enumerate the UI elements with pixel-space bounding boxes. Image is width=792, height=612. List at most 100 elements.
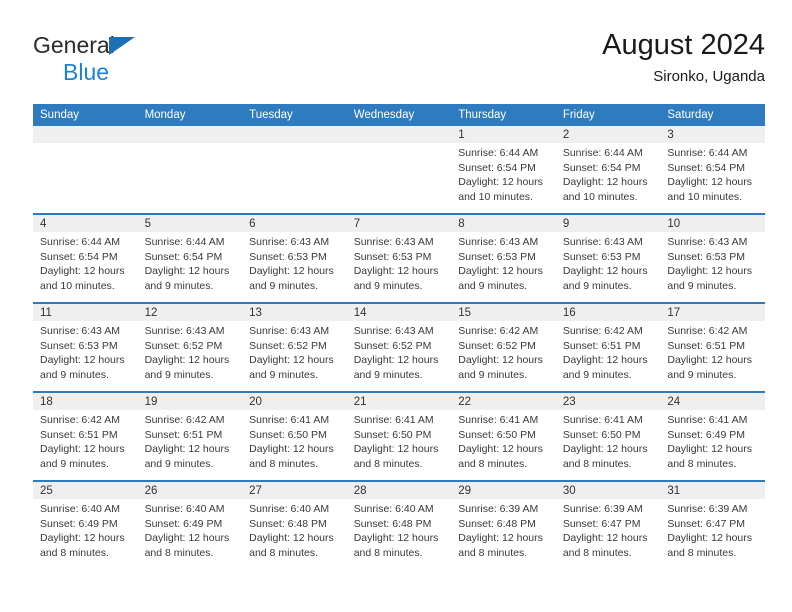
daylight-line-2: and 8 minutes. (458, 546, 528, 559)
day-cell-inner: 5 Sunrise: 6:44 AM Sunset: 6:54 PM Dayli… (137, 215, 243, 302)
day-cell[interactable]: 8 Sunrise: 6:43 AM Sunset: 6:53 PM Dayli… (451, 213, 556, 303)
day-cell[interactable]: 3 Sunrise: 6:44 AM Sunset: 6:54 PM Dayli… (660, 126, 765, 214)
daylight-line-1: Daylight: 12 hours (40, 265, 125, 278)
day-cell[interactable]: 25 Sunrise: 6:40 AM Sunset: 6:49 PM Dayl… (33, 480, 138, 569)
day-cell[interactable]: 4 Sunrise: 6:44 AM Sunset: 6:54 PM Dayli… (33, 213, 138, 303)
sunset-line: Sunset: 6:51 PM (40, 428, 118, 441)
calendar-page: General Blue August 2024 Sironko, Uganda… (0, 0, 792, 612)
day-details: Sunrise: 6:39 AM Sunset: 6:47 PM Dayligh… (556, 499, 661, 560)
day-cell[interactable]: 17 Sunrise: 6:42 AM Sunset: 6:51 PM Dayl… (660, 302, 765, 392)
sunrise-line: Sunrise: 6:42 AM (144, 414, 225, 426)
day-cell[interactable] (33, 126, 138, 214)
day-cell[interactable]: 1 Sunrise: 6:44 AM Sunset: 6:54 PM Dayli… (451, 126, 556, 214)
day-cell[interactable]: 18 Sunrise: 6:42 AM Sunset: 6:51 PM Dayl… (33, 391, 138, 481)
daylight-line-2: and 9 minutes. (458, 279, 528, 292)
sunrise-line: Sunrise: 6:43 AM (40, 325, 120, 337)
day-number: 9 (555, 215, 661, 232)
day-cell[interactable]: 20 Sunrise: 6:41 AM Sunset: 6:50 PM Dayl… (242, 391, 347, 481)
day-cell[interactable]: 28 Sunrise: 6:40 AM Sunset: 6:48 PM Dayl… (346, 480, 452, 569)
sunrise-line: Sunrise: 6:43 AM (667, 236, 748, 248)
day-cell[interactable]: 11 Sunrise: 6:43 AM Sunset: 6:53 PM Dayl… (33, 302, 138, 392)
sunset-line: Sunset: 6:52 PM (144, 339, 223, 352)
daylight-line-2: and 8 minutes. (667, 457, 737, 470)
day-number: 20 (242, 393, 347, 410)
day-cell[interactable]: 29 Sunrise: 6:39 AM Sunset: 6:48 PM Dayl… (451, 480, 556, 569)
daylight-line-1: Daylight: 12 hours (458, 265, 543, 278)
day-number: 1 (451, 126, 556, 143)
day-cell-inner: 6 Sunrise: 6:43 AM Sunset: 6:53 PM Dayli… (242, 215, 347, 302)
day-cell[interactable]: 24 Sunrise: 6:41 AM Sunset: 6:49 PM Dayl… (660, 391, 765, 481)
sunrise-line: Sunrise: 6:39 AM (458, 503, 539, 515)
sunset-line: Sunset: 6:54 PM (144, 250, 223, 263)
day-details: Sunrise: 6:43 AM Sunset: 6:52 PM Dayligh… (138, 321, 243, 382)
daylight-line-1: Daylight: 12 hours (40, 443, 125, 456)
day-cell[interactable]: 26 Sunrise: 6:40 AM Sunset: 6:49 PM Dayl… (137, 480, 243, 569)
daylight-line-1: Daylight: 12 hours (353, 532, 439, 545)
brand-logo-general-text: General (33, 32, 115, 58)
day-cell[interactable]: 30 Sunrise: 6:39 AM Sunset: 6:47 PM Dayl… (555, 480, 661, 569)
brand-triangle-icon (109, 37, 135, 55)
day-details: Sunrise: 6:43 AM Sunset: 6:53 PM Dayligh… (242, 232, 347, 293)
day-cell[interactable]: 27 Sunrise: 6:40 AM Sunset: 6:48 PM Dayl… (242, 480, 347, 569)
day-cell[interactable]: 13 Sunrise: 6:43 AM Sunset: 6:52 PM Dayl… (242, 302, 347, 392)
day-cell[interactable]: 14 Sunrise: 6:43 AM Sunset: 6:52 PM Dayl… (346, 302, 452, 392)
day-cell[interactable]: 2 Sunrise: 6:44 AM Sunset: 6:54 PM Dayli… (555, 126, 661, 214)
day-details: Sunrise: 6:43 AM Sunset: 6:53 PM Dayligh… (347, 232, 452, 293)
day-details: Sunrise: 6:43 AM Sunset: 6:52 PM Dayligh… (347, 321, 452, 382)
calendar-week-row: 18 Sunrise: 6:42 AM Sunset: 6:51 PM Dayl… (33, 391, 765, 481)
day-details: Sunrise: 6:44 AM Sunset: 6:54 PM Dayligh… (138, 232, 243, 293)
brand-logo[interactable]: General Blue (33, 34, 213, 92)
day-details: Sunrise: 6:41 AM Sunset: 6:50 PM Dayligh… (242, 410, 347, 471)
day-cell[interactable] (346, 126, 452, 214)
day-cell[interactable]: 21 Sunrise: 6:41 AM Sunset: 6:50 PM Dayl… (346, 391, 452, 481)
day-cell[interactable] (242, 126, 347, 214)
daylight-line-1: Daylight: 12 hours (249, 443, 334, 456)
day-details (242, 143, 347, 146)
sunrise-line: Sunrise: 6:43 AM (353, 325, 434, 337)
sunset-line: Sunset: 6:48 PM (458, 517, 536, 530)
day-number: 12 (137, 304, 243, 321)
day-number: 19 (137, 393, 243, 410)
day-cell[interactable]: 31 Sunrise: 6:39 AM Sunset: 6:47 PM Dayl… (660, 480, 765, 569)
day-cell-inner (242, 126, 347, 213)
day-details: Sunrise: 6:41 AM Sunset: 6:50 PM Dayligh… (556, 410, 661, 471)
day-number: 27 (242, 482, 347, 499)
day-number: 30 (555, 482, 661, 499)
calendar-week-row: 11 Sunrise: 6:43 AM Sunset: 6:53 PM Dayl… (33, 302, 765, 392)
day-number: 23 (555, 393, 661, 410)
sunset-line: Sunset: 6:50 PM (562, 428, 641, 441)
daylight-line-2: and 9 minutes. (667, 368, 737, 381)
sunrise-line: Sunrise: 6:42 AM (667, 325, 748, 337)
day-cell[interactable]: 22 Sunrise: 6:41 AM Sunset: 6:50 PM Dayl… (451, 391, 556, 481)
day-cell[interactable]: 7 Sunrise: 6:43 AM Sunset: 6:53 PM Dayli… (346, 213, 452, 303)
sunset-line: Sunset: 6:49 PM (144, 517, 223, 530)
day-cell[interactable]: 5 Sunrise: 6:44 AM Sunset: 6:54 PM Dayli… (137, 213, 243, 303)
sunrise-line: Sunrise: 6:41 AM (353, 414, 434, 426)
calendar-week-row: 25 Sunrise: 6:40 AM Sunset: 6:49 PM Dayl… (33, 480, 765, 569)
day-number: 14 (346, 304, 452, 321)
day-cell[interactable]: 23 Sunrise: 6:41 AM Sunset: 6:50 PM Dayl… (555, 391, 661, 481)
day-cell[interactable]: 9 Sunrise: 6:43 AM Sunset: 6:53 PM Dayli… (555, 213, 661, 303)
day-cell-inner: 26 Sunrise: 6:40 AM Sunset: 6:49 PM Dayl… (137, 482, 243, 569)
day-cell-inner: 9 Sunrise: 6:43 AM Sunset: 6:53 PM Dayli… (555, 215, 661, 302)
day-details: Sunrise: 6:43 AM Sunset: 6:53 PM Dayligh… (660, 232, 765, 293)
daylight-line-1: Daylight: 12 hours (562, 265, 648, 278)
day-cell[interactable]: 12 Sunrise: 6:43 AM Sunset: 6:52 PM Dayl… (137, 302, 243, 392)
daylight-line-1: Daylight: 12 hours (667, 532, 753, 545)
sunrise-line: Sunrise: 6:39 AM (667, 503, 748, 515)
day-cell[interactable]: 10 Sunrise: 6:43 AM Sunset: 6:53 PM Dayl… (660, 213, 765, 303)
day-number: 29 (451, 482, 556, 499)
day-cell-inner: 27 Sunrise: 6:40 AM Sunset: 6:48 PM Dayl… (242, 482, 347, 569)
sunrise-line: Sunrise: 6:42 AM (562, 325, 643, 337)
day-details (33, 143, 138, 146)
day-cell[interactable]: 16 Sunrise: 6:42 AM Sunset: 6:51 PM Dayl… (555, 302, 661, 392)
daylight-line-2: and 9 minutes. (40, 457, 109, 470)
day-cell[interactable]: 6 Sunrise: 6:43 AM Sunset: 6:53 PM Dayli… (242, 213, 347, 303)
day-number: 15 (451, 304, 556, 321)
day-cell[interactable] (137, 126, 243, 214)
daylight-line-2: and 10 minutes. (667, 190, 743, 203)
day-cell[interactable]: 15 Sunrise: 6:42 AM Sunset: 6:52 PM Dayl… (451, 302, 556, 392)
daylight-line-2: and 9 minutes. (562, 368, 632, 381)
weekday-header-monday: Monday (137, 104, 243, 126)
day-cell[interactable]: 19 Sunrise: 6:42 AM Sunset: 6:51 PM Dayl… (137, 391, 243, 481)
